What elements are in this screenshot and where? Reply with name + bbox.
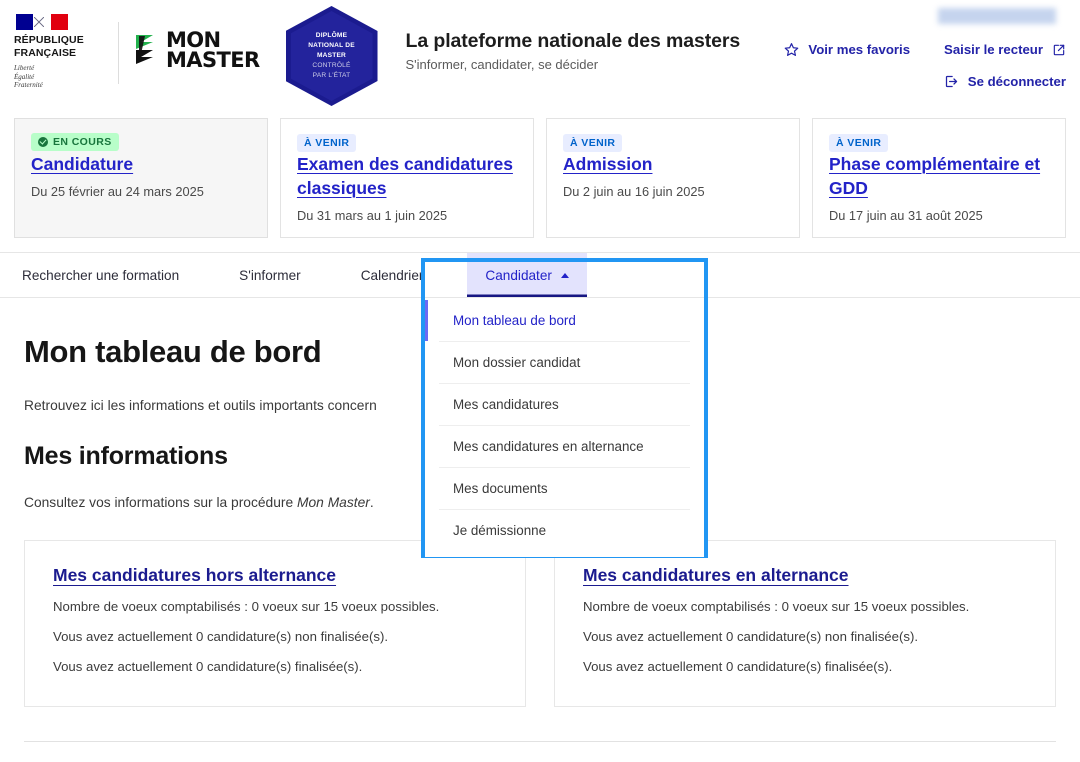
paragraph-emphasis: Mon Master xyxy=(297,495,370,510)
status-badge-a-venir: À VENIR xyxy=(829,134,889,152)
calendar-phase-cards: EN COURS Candidature Du 25 février au 24… xyxy=(0,110,1080,252)
status-badge-label: À VENIR xyxy=(304,137,350,149)
republique-francaise-logo: RÉPUBLIQUE FRANÇAISE Liberté Égalité Fra… xyxy=(14,14,106,90)
dropdown-item-mon-tableau-de-bord[interactable]: Mon tableau de bord xyxy=(425,300,690,342)
status-badge-a-venir: À VENIR xyxy=(297,134,357,152)
card-line-non-finalisees: Vous avez actuellement 0 candidature(s) … xyxy=(583,629,918,644)
republique-line-2: FRANÇAISE xyxy=(14,46,77,59)
saisir-le-recteur-label: Saisir le recteur xyxy=(944,42,1043,57)
saisir-le-recteur-link[interactable]: Saisir le recteur xyxy=(944,42,1066,57)
card-hors-alternance: Mes candidatures hors alternance Nombre … xyxy=(24,540,526,707)
star-icon xyxy=(784,42,799,57)
phase-card-examen[interactable]: À VENIR Examen des candidatures classiqu… xyxy=(280,118,534,238)
nav-label: S'informer xyxy=(239,267,301,283)
phase-dates: Du 17 juin au 31 août 2025 xyxy=(829,208,983,223)
nav-item-rechercher-une-formation[interactable]: Rechercher une formation xyxy=(22,253,195,297)
status-badge-label: À VENIR xyxy=(836,137,882,149)
dropdown-item-label: Mes documents xyxy=(453,481,548,496)
header-divider xyxy=(118,22,119,84)
card-title-link[interactable]: Mes candidatures en alternance xyxy=(583,565,849,585)
status-badge-label: À VENIR xyxy=(570,137,616,149)
dropdown-item-label: Mon dossier candidat xyxy=(453,355,581,370)
phase-title-link[interactable]: Admission xyxy=(563,154,652,174)
card-title-link[interactable]: Mes candidatures hors alternance xyxy=(53,565,336,585)
dropdown-item-je-demissionne[interactable]: Je démissionne xyxy=(439,510,690,551)
logo-word-master: MASTER xyxy=(166,48,260,72)
paragraph-suffix: . xyxy=(369,495,374,510)
diplome-national-master-badge: DIPLÔME NATIONAL DE MASTER CONTRÔLÉ PAR … xyxy=(285,6,378,106)
card-line-non-finalisees: Vous avez actuellement 0 candidature(s) … xyxy=(53,629,388,644)
phase-card-candidature[interactable]: EN COURS Candidature Du 25 février au 24… xyxy=(14,118,268,238)
nav-label: Calendrier xyxy=(360,267,424,283)
voir-mes-favoris-link[interactable]: Voir mes favoris xyxy=(784,42,910,57)
phase-dates: Du 25 février au 24 mars 2025 xyxy=(31,184,204,199)
card-line-voeux: Nombre de voeux comptabilisés : 0 voeux … xyxy=(583,599,970,614)
dropdown-item-label: Je démissionne xyxy=(453,523,547,538)
dnm-line-1: DIPLÔME xyxy=(315,32,348,39)
mon-master-mark-icon xyxy=(133,33,159,67)
phase-dates: Du 31 mars au 1 juin 2025 xyxy=(297,208,448,223)
dnm-line-5: PAR L'ÉTAT xyxy=(312,72,351,79)
phase-dates: Du 2 juin au 16 juin 2025 xyxy=(563,184,705,199)
voir-mes-favoris-label: Voir mes favoris xyxy=(808,42,911,57)
site-header: RÉPUBLIQUE FRANÇAISE Liberté Égalité Fra… xyxy=(0,0,1080,110)
nav-label: Candidater xyxy=(485,267,552,283)
phase-title-link[interactable]: Phase complémentaire et GDD xyxy=(829,154,1040,198)
external-link-icon xyxy=(1052,43,1066,57)
nav-item-calendrier[interactable]: Calendrier xyxy=(345,253,440,297)
dnm-line-2: NATIONAL DE xyxy=(308,42,355,49)
logout-icon xyxy=(944,74,959,89)
paragraph-prefix: Consultez vos informations sur la procéd… xyxy=(24,495,298,510)
dnm-line-4: CONTRÔLÉ xyxy=(312,62,351,69)
se-deconnecter-link[interactable]: Se déconnecter xyxy=(944,74,1066,89)
status-badge-a-venir: À VENIR xyxy=(563,134,623,152)
nav-item-sinformer[interactable]: S'informer xyxy=(223,253,317,297)
nav-label: Rechercher une formation xyxy=(22,267,180,283)
logo-word-mon: MON xyxy=(166,28,221,52)
footer-divider xyxy=(24,741,1056,742)
status-badge-label: EN COURS xyxy=(53,136,112,148)
platform-title-block: La plateforme nationale des masters S'in… xyxy=(406,30,741,72)
phase-title-link[interactable]: Examen des candidatures classiques xyxy=(297,154,513,198)
dnm-line-3: MASTER xyxy=(316,52,347,59)
header-actions: Voir mes favoris Saisir le recteur Se dé… xyxy=(766,0,1066,110)
dropdown-item-label: Mes candidatures en alternance xyxy=(453,439,644,454)
dropdown-item-label: Mes candidatures xyxy=(453,397,559,412)
phase-title-link[interactable]: Candidature xyxy=(31,154,133,174)
dropdown-item-mon-dossier-candidat[interactable]: Mon dossier candidat xyxy=(439,342,690,384)
devise-egalite: Égalité xyxy=(14,72,35,81)
dropdown-item-mes-candidatures[interactable]: Mes candidatures xyxy=(439,384,690,426)
dropdown-item-label: Mon tableau de bord xyxy=(453,313,576,328)
check-circle-icon xyxy=(38,137,48,147)
phase-card-phase-complementaire[interactable]: À VENIR Phase complémentaire et GDD Du 1… xyxy=(812,118,1066,238)
card-line-voeux: Nombre de voeux comptabilisés : 0 voeux … xyxy=(53,599,440,614)
candidature-summary-cards: Mes candidatures hors alternance Nombre … xyxy=(24,540,1056,707)
candidater-dropdown-menu: Mon tableau de bord Mon dossier candidat… xyxy=(425,300,704,557)
platform-subtitle: S'informer, candidater, se décider xyxy=(405,57,599,72)
card-line-finalisees: Vous avez actuellement 0 candidature(s) … xyxy=(583,659,893,674)
card-en-alternance: Mes candidatures en alternance Nombre de… xyxy=(554,540,1056,707)
se-deconnecter-label: Se déconnecter xyxy=(967,74,1066,89)
dropdown-item-mes-documents[interactable]: Mes documents xyxy=(439,468,690,510)
nav-item-candidater[interactable]: Candidater xyxy=(467,253,587,297)
mon-master-logo[interactable]: MON MASTER xyxy=(133,28,260,72)
platform-title: La plateforme nationale des masters xyxy=(405,30,741,52)
devise-fraternite: Fraternité xyxy=(14,81,43,89)
main-navigation: Rechercher une formation S'informer Cale… xyxy=(0,252,1080,298)
chevron-up-icon xyxy=(560,272,569,278)
devise-liberte: Liberté xyxy=(14,64,35,72)
french-flag-icon xyxy=(16,14,68,30)
republique-line-1: RÉPUBLIQUE xyxy=(14,34,84,46)
dropdown-item-mes-candidatures-en-alternance[interactable]: Mes candidatures en alternance xyxy=(439,426,690,468)
phase-card-admission[interactable]: À VENIR Admission Du 2 juin au 16 juin 2… xyxy=(546,118,800,238)
redacted-user-name xyxy=(938,8,1056,24)
card-line-finalisees: Vous avez actuellement 0 candidature(s) … xyxy=(53,659,363,674)
status-badge-en-cours: EN COURS xyxy=(31,133,119,151)
